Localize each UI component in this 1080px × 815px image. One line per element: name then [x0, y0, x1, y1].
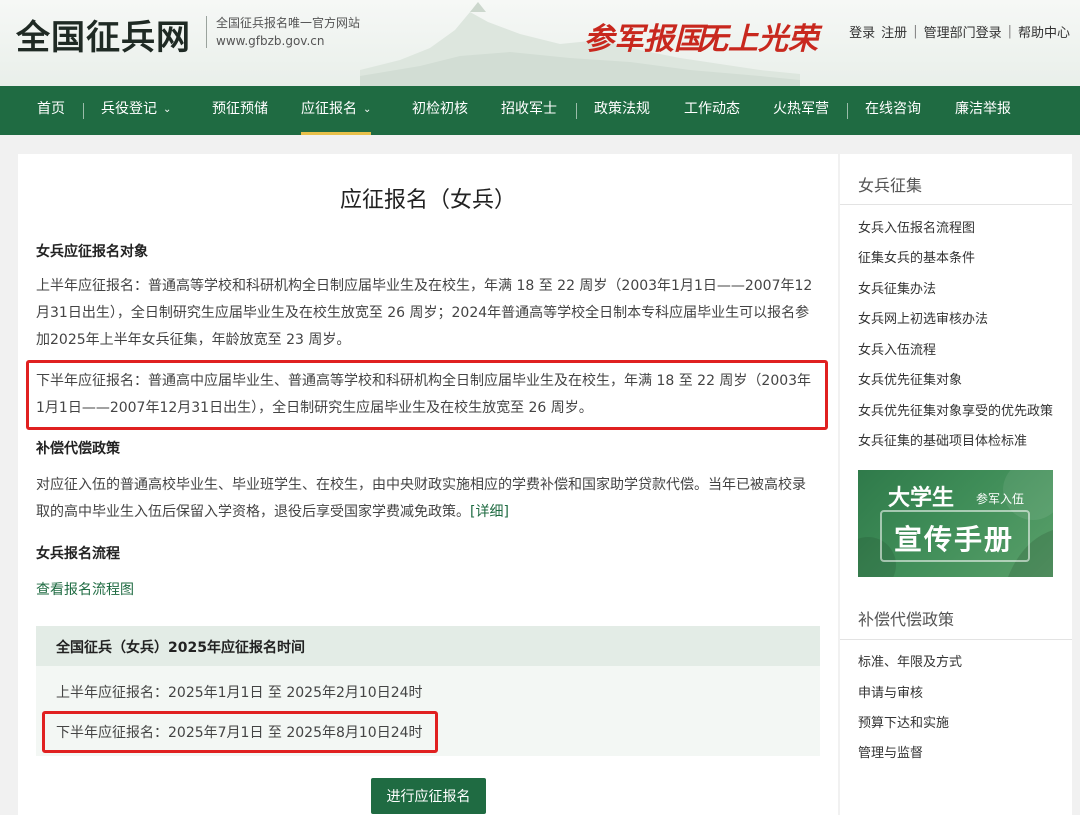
top-link-separator: |: [913, 24, 918, 39]
detail-link[interactable]: [详细]: [470, 504, 509, 520]
view-flowchart-link[interactable]: 查看报名流程图: [36, 579, 134, 599]
nav-item-pre-enlist[interactable]: 预征预储: [212, 86, 268, 135]
admin-login-link[interactable]: 管理部门登录: [924, 22, 1002, 41]
sidebar-divider: [840, 204, 1072, 205]
chevron-down-icon: ⌄: [163, 104, 172, 115]
nav-item-news[interactable]: 工作动态: [684, 86, 740, 135]
sidebar-link[interactable]: 预算下达和实施: [858, 712, 949, 731]
sidebar-link[interactable]: 女兵征集办法: [858, 278, 936, 297]
slogan-right: 无上光荣: [698, 22, 818, 57]
nav-item-policy[interactable]: 政策法规: [594, 86, 650, 135]
register-link[interactable]: 注册: [881, 22, 907, 41]
site-logo[interactable]: 全国征兵网: [16, 10, 191, 59]
compensation-policy-paragraph: 对应征入伍的普通高校毕业生、毕业班学生、在校生，由中央财政实施相应的学费补偿和国…: [36, 472, 818, 526]
main-content: 应征报名（女兵） 女兵应征报名对象 上半年应征报名：普通高等学校和科研机构全日制…: [18, 154, 838, 815]
login-link[interactable]: 登录: [849, 22, 875, 41]
page-title: 应征报名（女兵）: [339, 188, 516, 213]
top-link-separator: |: [1007, 24, 1012, 39]
site-domain: www.gfbzb.gov.cn: [216, 34, 325, 48]
nav-separator: [847, 103, 848, 119]
slogan-left: 参军报国: [584, 22, 704, 57]
schedule-first-half: 上半年应征报名：2025年1月1日 至 2025年2月10日24时: [56, 685, 423, 701]
section-heading-process: 女兵报名流程: [36, 546, 120, 562]
logo-divider: [206, 16, 207, 48]
nav-item-barracks[interactable]: 火热军营: [773, 86, 829, 135]
nav-item-report[interactable]: 廉洁举报: [955, 86, 1011, 135]
nav-separator: [83, 103, 84, 119]
nav-separator: [576, 103, 577, 119]
sidebar-title-female-recruit: 女兵征集: [858, 176, 923, 195]
section-heading-eligibility: 女兵应征报名对象: [36, 244, 148, 260]
schedule-title: 全国征兵（女兵）2025年应征报名时间: [56, 640, 305, 656]
help-center-link[interactable]: 帮助中心: [1018, 22, 1070, 41]
nav-item-registration[interactable]: 兵役登记 ⌄: [101, 86, 171, 135]
nav-item-home[interactable]: 首页: [37, 86, 65, 135]
compensation-policy-text: 对应征入伍的普通高校毕业生、毕业班学生、在校生，由中央财政实施相应的学费补偿和国…: [36, 477, 806, 520]
sidebar-link[interactable]: 女兵优先征集对象享受的优先政策: [858, 400, 1053, 419]
main-nav: 首页 兵役登记 ⌄ 预征预储 应征报名 ⌄ 初检初核 招收军士 政策法规 工作动态 …: [0, 86, 1080, 135]
top-links: 登录 注册 | 管理部门登录 | 帮助中心: [849, 22, 1070, 41]
section-heading-compensation: 补偿代偿政策: [36, 441, 120, 457]
schedule-header: 全国征兵（女兵）2025年应征报名时间: [36, 626, 820, 666]
sidebar: 女兵征集 女兵入伍报名流程图 征集女兵的基本条件 女兵征集办法 女兵网上初选审核…: [840, 154, 1072, 815]
nav-item-label: 应征报名: [301, 101, 357, 117]
sidebar-divider: [840, 639, 1072, 640]
chevron-down-icon: ⌄: [363, 104, 372, 115]
sidebar-link[interactable]: 申请与审核: [858, 682, 923, 701]
sidebar-link[interactable]: 标准、年限及方式: [858, 651, 962, 670]
nav-item-consult[interactable]: 在线咨询: [865, 86, 921, 135]
banner-subtitle: 参军入伍: [976, 492, 1025, 506]
student-enlist-handbook-banner[interactable]: 大学生 参军入伍 宣传手册: [858, 470, 1053, 577]
first-half-eligibility-text: 上半年应征报名：普通高等学校和科研机构全日制应届毕业生及在校生，年满 18 至 …: [36, 278, 813, 348]
banner-title: 大学生: [888, 485, 955, 511]
site-subtitle: 全国征兵报名唯一官方网站: [216, 16, 361, 30]
highlight-box-schedule: [42, 711, 438, 753]
sidebar-link[interactable]: 女兵优先征集对象: [858, 369, 962, 388]
nav-item-label: 兵役登记: [101, 101, 157, 117]
sidebar-link[interactable]: 女兵网上初选审核办法: [858, 308, 988, 327]
nav-item-sergeant-recruit[interactable]: 招收军士: [501, 86, 557, 135]
nav-item-initial-check[interactable]: 初检初核: [412, 86, 468, 135]
sidebar-link[interactable]: 女兵入伍报名流程图: [858, 217, 975, 236]
sidebar-link[interactable]: 管理与监督: [858, 742, 923, 761]
second-half-eligibility-text: 下半年应征报名：普通高中应届毕业生、普通高等学校和科研机构全日制应届毕业生及在校…: [36, 373, 812, 416]
apply-enlist-button[interactable]: 进行应征报名: [371, 778, 486, 814]
sidebar-title-compensation: 补偿代偿政策: [858, 610, 955, 629]
site-header: 全国征兵网 全国征兵报名唯一官方网站 www.gfbzb.gov.cn 参军报国…: [0, 0, 1080, 86]
nav-item-enlist-apply[interactable]: 应征报名 ⌄: [301, 86, 372, 135]
banner-main-text: 宣传手册: [894, 523, 1015, 556]
sidebar-link[interactable]: 征集女兵的基本条件: [858, 247, 975, 266]
sidebar-link[interactable]: 女兵征集的基础项目体检标准: [858, 430, 1027, 449]
sidebar-link[interactable]: 女兵入伍流程: [858, 339, 936, 358]
